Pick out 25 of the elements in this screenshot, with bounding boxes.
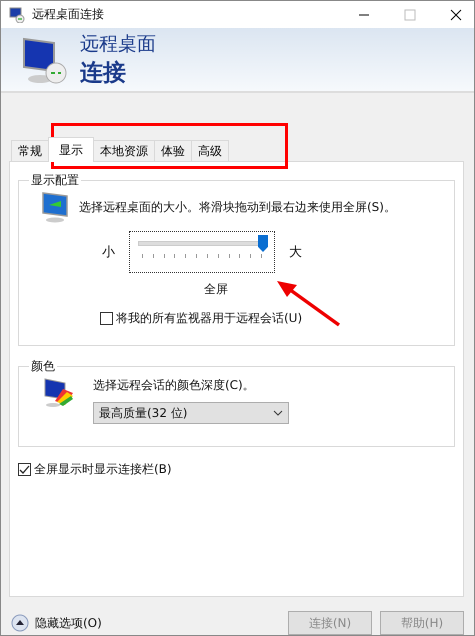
description: 选择远程桌面的大小。将滑块拖动到最右边来使用全屏(S)。 bbox=[79, 198, 396, 216]
window-title: 远程桌面连接 bbox=[32, 6, 104, 23]
checkbox[interactable] bbox=[18, 463, 31, 476]
close-icon[interactable] bbox=[450, 8, 462, 20]
checkbox-label: 全屏显示时显示连接栏(B) bbox=[34, 461, 172, 478]
max-label: 大 bbox=[289, 244, 302, 261]
description: 选择远程会话的颜色深度(C)。 bbox=[93, 377, 256, 394]
banner-title: 远程桌面 bbox=[80, 32, 156, 57]
chevron-down-icon bbox=[273, 410, 283, 416]
group-title: 颜色 bbox=[30, 358, 56, 375]
slider-thumb[interactable] bbox=[258, 235, 268, 252]
color-depth-dropdown[interactable]: 最高质量(32 位) bbox=[93, 402, 289, 424]
slider-reading: 全屏 bbox=[204, 282, 228, 296]
checkbox-label: 将我的所有监视器用于远程会话(U) bbox=[116, 310, 302, 327]
min-label: 小 bbox=[102, 244, 115, 261]
banner-subtitle: 连接 bbox=[80, 59, 127, 88]
hide-options-link[interactable]: 隐藏选项(O) bbox=[35, 614, 102, 632]
tab[interactable]: 常规 bbox=[11, 140, 49, 161]
size-slider[interactable] bbox=[129, 231, 275, 273]
app-icon bbox=[9, 6, 25, 22]
collapse-icon[interactable] bbox=[11, 614, 29, 632]
group-title: 显示配置 bbox=[30, 172, 80, 189]
tab[interactable]: 显示 bbox=[48, 137, 94, 162]
tab[interactable]: 高级 bbox=[191, 140, 229, 161]
checkbox[interactable] bbox=[100, 312, 113, 325]
